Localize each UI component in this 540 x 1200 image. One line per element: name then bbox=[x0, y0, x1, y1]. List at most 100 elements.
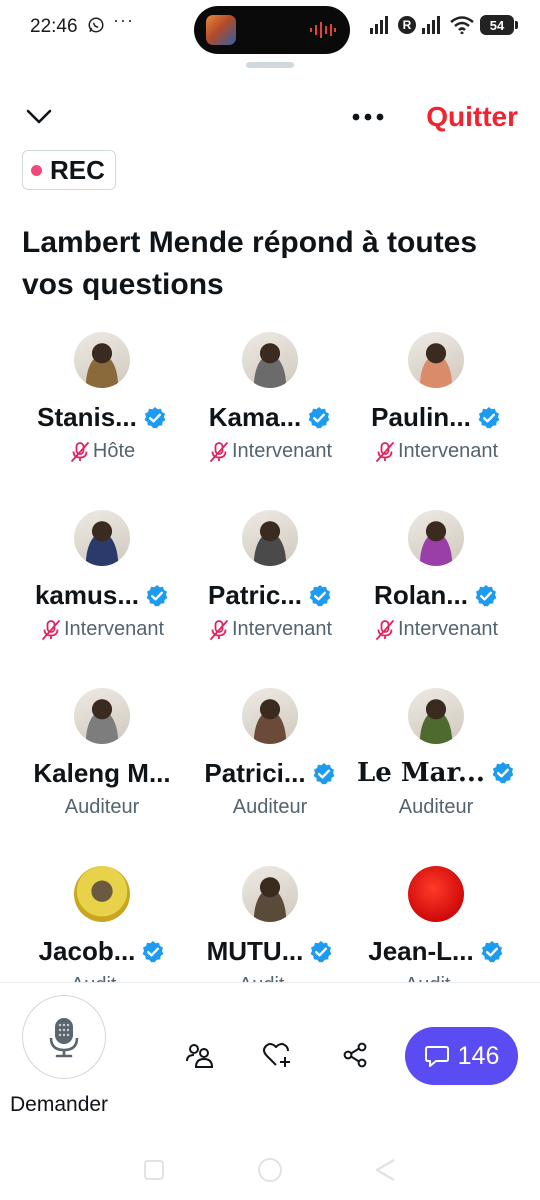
verified-badge-icon bbox=[492, 762, 514, 784]
signal-icon bbox=[370, 16, 388, 34]
comments-count: 146 bbox=[457, 1041, 500, 1070]
verified-badge-icon bbox=[146, 584, 168, 606]
more-horizontal-icon bbox=[352, 113, 384, 121]
participant-role: Intervenant bbox=[397, 618, 499, 640]
verified-badge-icon bbox=[478, 406, 500, 428]
participant-role-row: Auditeur bbox=[182, 796, 358, 819]
participant-role-row: Auditeur bbox=[14, 796, 190, 819]
verified-badge-icon bbox=[143, 940, 164, 962]
participant-role: Audit... bbox=[239, 974, 301, 982]
participant-avatar[interactable] bbox=[74, 688, 130, 744]
recents-nav-icon[interactable] bbox=[144, 1160, 164, 1180]
participant-role-row: Auditeur bbox=[348, 796, 524, 819]
participant-avatar[interactable] bbox=[242, 332, 298, 388]
wifi-icon bbox=[450, 16, 474, 34]
participant-avatar[interactable] bbox=[408, 866, 464, 922]
recording-badge: REC bbox=[22, 150, 116, 190]
verified-badge-icon bbox=[144, 406, 166, 428]
participant-role: Auditeur bbox=[232, 796, 308, 818]
participant-name: Rolan... bbox=[374, 580, 468, 610]
participant-name-row: Le Mar... bbox=[348, 758, 524, 788]
participant-card[interactable]: Patric... Intervenant bbox=[182, 508, 358, 658]
participant-name-row: Kama... bbox=[182, 402, 358, 433]
mic-off-icon bbox=[42, 619, 60, 640]
share-icon bbox=[343, 1042, 367, 1068]
participant-name-row: Kaleng M... bbox=[14, 758, 190, 789]
mic-off-icon bbox=[210, 441, 228, 462]
verified-badge-icon bbox=[475, 584, 497, 606]
participant-name-row: Paulin... bbox=[348, 402, 524, 433]
participant-card[interactable]: Paulin... Intervenant bbox=[348, 330, 524, 480]
heart-plus-icon bbox=[263, 1043, 290, 1067]
system-nav-bar bbox=[0, 1150, 540, 1190]
minimize-button[interactable] bbox=[22, 100, 56, 134]
request-to-speak-button[interactable] bbox=[22, 995, 106, 1079]
participant-card[interactable]: Le Mar... Auditeur bbox=[348, 686, 524, 836]
participant-card[interactable]: Kama... Intervenant bbox=[182, 330, 358, 480]
participant-name: kamus... bbox=[34, 580, 140, 610]
participant-card[interactable]: Jean-L... Audit... bbox=[348, 864, 524, 982]
bottom-divider bbox=[0, 982, 540, 983]
recording-dot-icon bbox=[31, 164, 42, 176]
participant-avatar[interactable] bbox=[74, 866, 130, 922]
verified-badge-icon bbox=[310, 940, 332, 962]
comment-icon bbox=[424, 1046, 449, 1067]
audio-wave-icon bbox=[310, 22, 336, 38]
request-to-speak-label: Demander bbox=[10, 1093, 109, 1116]
participant-card[interactable]: Patrici... Auditeur bbox=[182, 686, 358, 836]
participant-avatar[interactable] bbox=[242, 866, 298, 922]
participant-avatar[interactable] bbox=[74, 510, 130, 566]
participant-name-row: Jacob... bbox=[14, 936, 190, 967]
participant-card[interactable]: kamus... Intervenant bbox=[14, 508, 190, 658]
participant-name-row: Patrici... bbox=[182, 758, 358, 789]
participant-name: Kaleng M... bbox=[33, 758, 171, 788]
share-button[interactable] bbox=[338, 1038, 372, 1072]
signal-icon-2 bbox=[422, 16, 440, 34]
participant-name: Le Mar... bbox=[357, 758, 485, 788]
back-nav-icon[interactable] bbox=[374, 1158, 396, 1182]
participant-name-row: Jean-L... bbox=[348, 936, 524, 967]
home-nav-icon[interactable] bbox=[258, 1158, 282, 1182]
participants-grid: Stanis... Hôte Kama... Intervenant Paulin...… bbox=[0, 330, 540, 982]
participant-role: Auditeur bbox=[64, 796, 140, 818]
comments-button[interactable]: 146 bbox=[405, 1027, 518, 1085]
status-more-icon: ··· bbox=[113, 10, 134, 30]
participant-role-row: Intervenant bbox=[14, 618, 190, 641]
participant-name-row: Rolan... bbox=[348, 580, 524, 611]
participant-role-row: Hôte bbox=[14, 440, 190, 463]
participant-card[interactable]: Rolan... Intervenant bbox=[348, 508, 524, 658]
dynamic-island[interactable] bbox=[194, 6, 350, 54]
participant-name: Jacob... bbox=[38, 936, 136, 966]
space-title: Lambert Mende répond à toutes vos questi… bbox=[22, 226, 478, 301]
participant-role: Hôte bbox=[92, 440, 136, 462]
participant-name-row: kamus... bbox=[14, 580, 190, 611]
react-button[interactable] bbox=[260, 1038, 294, 1072]
quit-button[interactable]: Quitter bbox=[426, 100, 518, 134]
recording-label: REC bbox=[50, 154, 105, 185]
participant-card[interactable]: MUTU... Audit... bbox=[182, 864, 358, 982]
participant-name: MUTU... bbox=[206, 936, 304, 966]
participant-avatar[interactable] bbox=[408, 688, 464, 744]
participant-avatar[interactable] bbox=[408, 510, 464, 566]
participant-role: Intervenant bbox=[397, 440, 499, 462]
participant-role-row: Audit... bbox=[348, 974, 524, 982]
participant-card[interactable]: Jacob... Audit... bbox=[14, 864, 190, 982]
participant-card[interactable]: Kaleng M... Auditeur bbox=[14, 686, 190, 836]
participant-card[interactable]: Stanis... Hôte bbox=[14, 330, 190, 480]
participant-avatar[interactable] bbox=[408, 332, 464, 388]
status-right-icons: R 54 bbox=[370, 14, 518, 36]
more-options-button[interactable] bbox=[348, 100, 388, 134]
participant-avatar[interactable] bbox=[242, 688, 298, 744]
participants-button[interactable] bbox=[182, 1038, 216, 1072]
participant-avatar[interactable] bbox=[74, 332, 130, 388]
r-badge-icon: R bbox=[398, 16, 416, 34]
whatsapp-icon bbox=[88, 17, 104, 33]
island-thumbnail bbox=[206, 15, 236, 45]
sheet-drag-handle[interactable] bbox=[246, 62, 294, 68]
participant-role-row: Intervenant bbox=[348, 440, 524, 463]
participant-avatar[interactable] bbox=[242, 510, 298, 566]
participant-name: Jean-L... bbox=[368, 936, 474, 966]
participant-name-row: Patric... bbox=[182, 580, 358, 611]
participant-role: Audit... bbox=[405, 974, 467, 982]
participant-role-row: Intervenant bbox=[348, 618, 524, 641]
